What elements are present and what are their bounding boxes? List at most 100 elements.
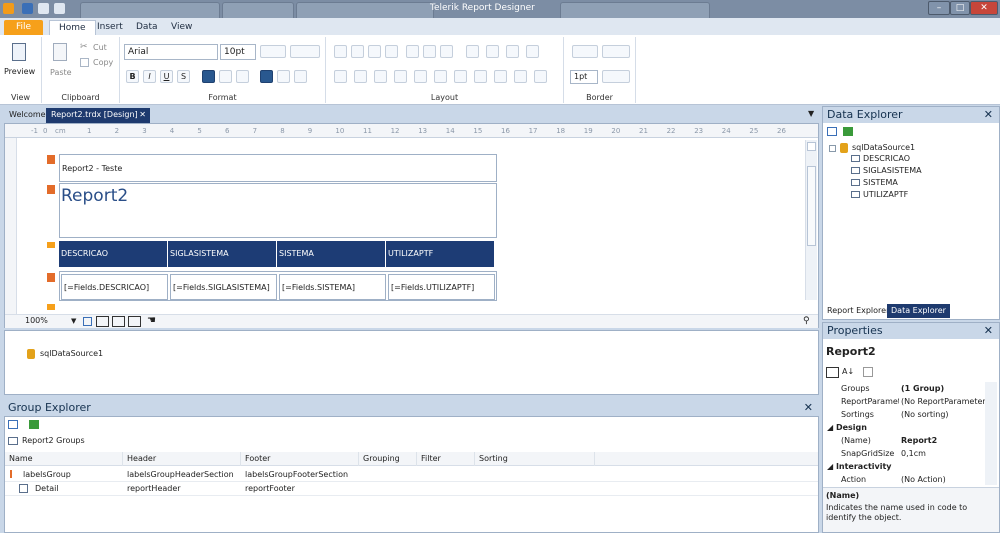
col-footer[interactable]: Footer	[241, 452, 359, 466]
detail-section[interactable]: [=Fields.DESCRICAO] [=Fields.SIGLASISTEM…	[59, 271, 497, 301]
detail-cell-descricao[interactable]: [=Fields.DESCRICAO]	[61, 274, 168, 300]
layout-button-10[interactable]	[506, 45, 519, 58]
property-row[interactable]: Groups (1 Group)	[823, 382, 999, 395]
browser-tab-4[interactable]	[560, 2, 710, 18]
pan-hand-icon[interactable]: ☚	[147, 315, 156, 326]
explorer-tab-report[interactable]: Report Explorer	[827, 306, 889, 315]
table-row[interactable]: Detail reportHeader reportFooter	[5, 482, 818, 496]
border-color-button[interactable]	[602, 70, 630, 83]
grid-icon[interactable]	[83, 317, 92, 326]
browser-tab-3[interactable]	[296, 2, 434, 18]
align-bottom-button[interactable]	[294, 70, 307, 83]
report-header-section[interactable]: Report2	[59, 183, 497, 238]
field-item[interactable]: DESCRICAO	[851, 154, 910, 165]
tab-close-icon[interactable]: ✕	[139, 108, 146, 122]
layout-button-14[interactable]	[374, 70, 387, 83]
layout-button-1[interactable]	[334, 45, 347, 58]
preview-button[interactable]: Preview	[4, 67, 35, 76]
field-item[interactable]: SISTEMA	[851, 178, 898, 189]
property-row[interactable]: Action (No Action)	[823, 473, 999, 485]
layout-button-20[interactable]	[494, 70, 507, 83]
close-button[interactable]: ✕	[970, 1, 998, 15]
col-grouping[interactable]: Grouping	[359, 452, 417, 466]
font-color-button[interactable]	[260, 45, 286, 58]
refresh-datasource-icon[interactable]	[843, 127, 853, 136]
font-size-select[interactable]: 10pt	[220, 44, 256, 60]
group-explorer-close-icon[interactable]: ✕	[804, 401, 813, 414]
tab-list-chevron-icon[interactable]: ▼	[808, 109, 814, 118]
layout-button-5[interactable]	[406, 45, 419, 58]
bold-button[interactable]: B	[126, 70, 139, 83]
browser-tab-2[interactable]	[222, 2, 294, 18]
page-header-section[interactable]: Report2 - Teste	[59, 154, 497, 182]
layout-button-11[interactable]	[526, 45, 539, 58]
categorized-icon[interactable]	[826, 367, 839, 378]
refresh-icon[interactable]	[29, 420, 39, 429]
layout-button-8[interactable]	[466, 45, 479, 58]
zoom-select[interactable]: 100%	[25, 316, 48, 325]
datasource-node[interactable]: sqlDataSource1	[852, 143, 915, 152]
data-explorer-close-icon[interactable]: ✕	[984, 108, 993, 121]
undo-icon[interactable]	[38, 3, 49, 14]
minimize-button[interactable]: –	[928, 1, 950, 15]
property-category[interactable]: ◢ Interactivity	[823, 460, 999, 473]
field-item[interactable]: SIGLASISTEMA	[851, 166, 922, 177]
browser-tab-1[interactable]	[80, 2, 220, 18]
property-pages-icon[interactable]	[863, 367, 873, 377]
underline-button[interactable]: U	[160, 70, 173, 83]
property-row[interactable]: SnapGridSize 0,1cm	[823, 447, 999, 460]
property-category[interactable]: ◢ Design	[823, 421, 999, 434]
report-designer[interactable]: -1 0 cm 1 2 3 4 5 6 7 8 9 10 11 12 13 14 15 16 17 18 19 20 21 22…	[4, 123, 819, 328]
snap-lines-icon[interactable]	[112, 316, 125, 327]
scroll-up-button[interactable]	[807, 142, 816, 151]
report-title-textbox[interactable]: Report2	[61, 186, 128, 206]
align-top-button[interactable]	[260, 70, 273, 83]
header-cell-sistema[interactable]: SISTEMA	[277, 241, 386, 267]
properties-close-icon[interactable]: ✕	[984, 324, 993, 337]
layout-button-19[interactable]	[474, 70, 487, 83]
font-family-select[interactable]: Arial	[124, 44, 218, 60]
vertical-scrollbar[interactable]	[805, 140, 817, 300]
italic-button[interactable]: I	[143, 70, 156, 83]
zoom-chevron-icon[interactable]: ▼	[71, 317, 76, 325]
tray-datasource-item[interactable]: sqlDataSource1	[40, 349, 103, 358]
layout-button-16[interactable]	[414, 70, 427, 83]
align-right-button[interactable]	[236, 70, 249, 83]
layout-button-12[interactable]	[334, 70, 347, 83]
align-left-button[interactable]	[202, 70, 215, 83]
alphabetical-icon[interactable]: A↓	[842, 367, 854, 376]
property-grid-scrollbar[interactable]	[985, 382, 997, 485]
edit-datasource-icon[interactable]	[827, 127, 837, 136]
copy-button[interactable]: Copy	[93, 58, 113, 67]
page-header-textbox[interactable]: Report2 - Teste	[62, 164, 122, 173]
paste-button[interactable]: Paste	[50, 68, 72, 77]
layout-button-22[interactable]	[534, 70, 547, 83]
borders-button[interactable]	[572, 45, 598, 58]
align-center-button[interactable]	[219, 70, 232, 83]
cut-button[interactable]: Cut	[93, 43, 107, 52]
header-cell-siglasistema[interactable]: SIGLASISTEMA	[168, 241, 277, 267]
col-filter[interactable]: Filter	[417, 452, 475, 466]
tab-view[interactable]: View	[162, 20, 201, 35]
layout-button-13[interactable]	[354, 70, 367, 83]
tab-file[interactable]: File	[4, 20, 44, 35]
property-row[interactable]: (Name) Report2	[823, 434, 999, 447]
tab-data[interactable]: Data	[127, 20, 167, 35]
border-width-select[interactable]: 1pt	[570, 70, 598, 84]
layout-button-17[interactable]	[434, 70, 447, 83]
explorer-tab-data[interactable]: Data Explorer	[887, 304, 950, 318]
layout-button-7[interactable]	[440, 45, 453, 58]
detail-cell-utilizaptf[interactable]: [=Fields.UTILIZAPTF]	[388, 274, 495, 300]
property-row[interactable]: ReportParamet (No ReportParameters)	[823, 395, 999, 408]
tab-report2-design[interactable]: Report2.trdx [Design] ✕	[46, 108, 150, 123]
table-row[interactable]: labelsGroup labelsGroupHeaderSection lab…	[5, 468, 818, 482]
layout-button-9[interactable]	[486, 45, 499, 58]
header-cell-utilizaptf[interactable]: UTILIZAPTF	[386, 241, 495, 267]
detail-cell-sistema[interactable]: [=Fields.SISTEMA]	[279, 274, 386, 300]
layout-button-21[interactable]	[514, 70, 527, 83]
margins-icon[interactable]	[128, 316, 141, 327]
maximize-button[interactable]: □	[950, 1, 970, 15]
detail-cell-siglasistema[interactable]: [=Fields.SIGLASISTEMA]	[170, 274, 277, 300]
field-item[interactable]: UTILIZAPTF	[851, 190, 908, 201]
group-header-section[interactable]: DESCRICAO SIGLASISTEMA SISTEMA UTILIZAPT…	[59, 241, 497, 271]
